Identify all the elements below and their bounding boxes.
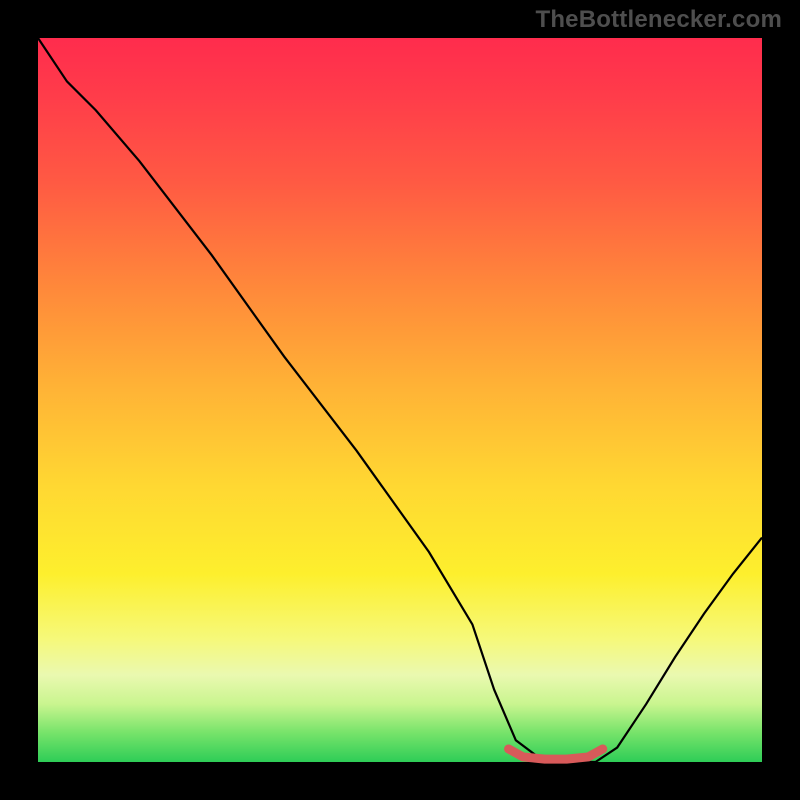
optimal-band-path — [509, 749, 603, 759]
bottleneck-curve-path — [38, 38, 762, 762]
watermark-text: TheBottlenecker.com — [535, 6, 782, 34]
chart-stage: TheBottlenecker.com — [0, 0, 800, 800]
plot-area — [38, 38, 762, 762]
chart-svg — [38, 38, 762, 762]
